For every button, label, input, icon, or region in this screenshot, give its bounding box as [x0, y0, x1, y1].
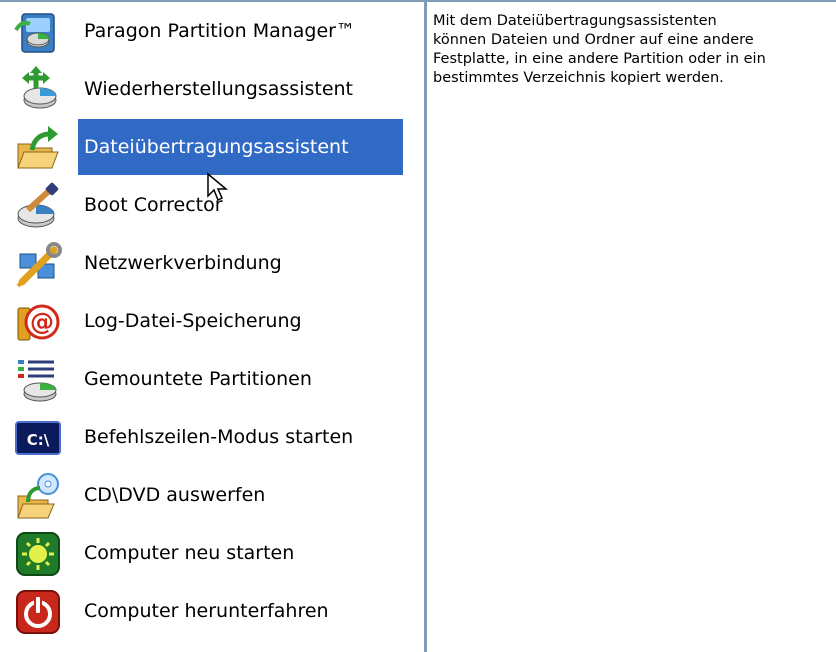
mounted-partitions-icon — [14, 356, 62, 404]
menu-item-label: Log-Datei-Speicherung — [84, 310, 302, 332]
menu-item-partition-manager[interactable]: Paragon Partition Manager™ — [0, 2, 424, 60]
menu-item-label: CD\DVD auswerfen — [84, 484, 266, 506]
mouse-pointer-icon — [207, 172, 229, 202]
file-transfer-icon — [14, 124, 62, 172]
menu-item-eject-cd[interactable]: CD\DVD auswerfen — [0, 466, 424, 524]
menu-item-label: Wiederherstellungsassistent — [84, 78, 353, 100]
network-connection-icon — [14, 240, 62, 288]
menu-item-label: Computer herunterfahren — [84, 600, 329, 622]
description-text: Mit dem Dateiübertragungsassistenten kön… — [433, 13, 766, 86]
menu-item-label: Paragon Partition Manager™ — [84, 20, 355, 42]
description-panel: Mit dem Dateiübertragungsassistenten kön… — [427, 2, 836, 652]
shutdown-icon — [14, 588, 62, 636]
menu-item-label: Boot Corrector — [84, 194, 223, 216]
tool-menu-list: Paragon Partition Manager™ Wiederherstel… — [0, 2, 424, 652]
menu-item-restart[interactable]: Computer neu starten — [0, 524, 424, 582]
log-save-icon: @ — [14, 298, 62, 346]
boot-corrector-icon — [14, 182, 62, 230]
menu-item-shutdown[interactable]: Computer herunterfahren — [0, 582, 424, 640]
menu-item-label: Dateiübertragungsassistent — [78, 119, 403, 175]
svg-text:@: @ — [30, 308, 54, 336]
menu-item-command-line[interactable]: C:\ Befehlszeilen-Modus starten — [0, 408, 424, 466]
menu-item-label: Netzwerkverbindung — [84, 252, 282, 274]
menu-item-file-transfer[interactable]: Dateiübertragungsassistent — [0, 118, 424, 176]
restore-wizard-icon — [14, 66, 62, 114]
menu-item-network-connection[interactable]: Netzwerkverbindung — [0, 234, 424, 292]
restart-icon — [14, 530, 62, 578]
menu-item-restore-wizard[interactable]: Wiederherstellungsassistent — [0, 60, 424, 118]
eject-cd-icon — [14, 472, 62, 520]
svg-text:C:\: C:\ — [27, 431, 50, 449]
menu-item-mounted-partitions[interactable]: Gemountete Partitionen — [0, 350, 424, 408]
menu-item-log-save[interactable]: @ Log-Datei-Speicherung — [0, 292, 424, 350]
partition-manager-icon — [14, 8, 62, 56]
menu-item-label: Befehlszeilen-Modus starten — [84, 426, 354, 448]
command-line-icon: C:\ — [14, 414, 62, 462]
menu-item-label: Gemountete Partitionen — [84, 368, 312, 390]
menu-item-label: Computer neu starten — [84, 542, 295, 564]
